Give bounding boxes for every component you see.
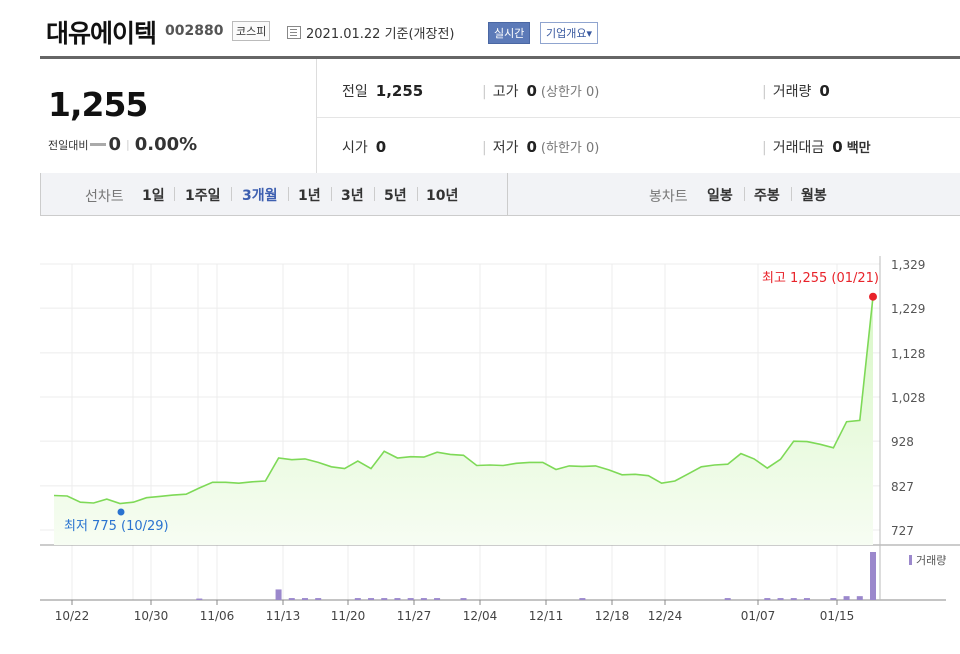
x-tick-label: 10/22 xyxy=(55,609,90,623)
x-tick-label: 10/30 xyxy=(134,609,169,623)
y-tick-label: 1,028 xyxy=(891,391,925,405)
volume-bar xyxy=(579,598,586,600)
x-tick-label: 11/13 xyxy=(266,609,301,623)
x-tick-label: 12/18 xyxy=(595,609,630,623)
max-label: 최고 1,255 (01/21) xyxy=(762,271,879,286)
price-chart: 1,329 1,229 1,128 1,028 928 827 727 10/22 10/30… xyxy=(40,256,960,623)
min-label: 최저 775 (10/29) xyxy=(64,519,169,534)
x-tick-label: 01/07 xyxy=(741,609,776,623)
x-tick-label: 12/04 xyxy=(463,609,498,623)
y-tick-label: 1,229 xyxy=(891,302,925,316)
y-tick-label: 928 xyxy=(891,435,914,449)
y-tick-label: 727 xyxy=(891,524,914,538)
volume-bar xyxy=(843,596,850,600)
x-tick-label: 11/06 xyxy=(200,609,235,623)
volume-bar xyxy=(434,598,441,600)
y-tick-label: 1,128 xyxy=(891,347,925,361)
volume-bar xyxy=(790,598,797,600)
volume-bar xyxy=(368,598,375,600)
x-tick-label: 01/15 xyxy=(820,609,855,623)
volume-bar xyxy=(870,552,876,600)
x-tick-label: 12/24 xyxy=(648,609,683,623)
y-tick-label: 1,329 xyxy=(891,258,925,272)
volume-bar xyxy=(856,596,863,600)
volume-bar xyxy=(301,598,308,600)
volume-bar xyxy=(407,598,414,600)
volume-bar xyxy=(288,598,295,600)
volume-bar xyxy=(354,598,361,600)
volume-bar xyxy=(460,598,467,600)
volume-bar xyxy=(724,598,731,600)
volume-legend-swatch xyxy=(909,555,912,565)
max-point xyxy=(869,292,877,301)
volume-bar xyxy=(275,589,282,600)
volume-bars xyxy=(196,552,876,600)
x-axis: 10/22 10/30 11/06 11/13 11/20 11/27 12/04 12/11… xyxy=(55,600,855,623)
volume-bar xyxy=(420,598,427,600)
volume-bar xyxy=(315,598,322,600)
volume-bar xyxy=(777,598,784,600)
volume-bar xyxy=(830,598,837,600)
x-tick-label: 11/20 xyxy=(331,609,366,623)
volume-legend: 거래량 xyxy=(916,554,946,567)
min-point xyxy=(117,508,125,516)
x-tick-label: 11/27 xyxy=(397,609,432,623)
chart-grid xyxy=(40,256,960,601)
volume-bar xyxy=(196,598,203,600)
price-area xyxy=(54,296,873,545)
volume-bar xyxy=(394,598,401,600)
y-axis: 1,329 1,229 1,128 1,028 928 827 727 xyxy=(891,258,925,538)
volume-bar xyxy=(381,598,388,600)
y-tick-label: 827 xyxy=(891,480,914,494)
volume-bar xyxy=(803,598,810,600)
volume-bar xyxy=(764,598,771,600)
x-tick-label: 12/11 xyxy=(529,609,564,623)
